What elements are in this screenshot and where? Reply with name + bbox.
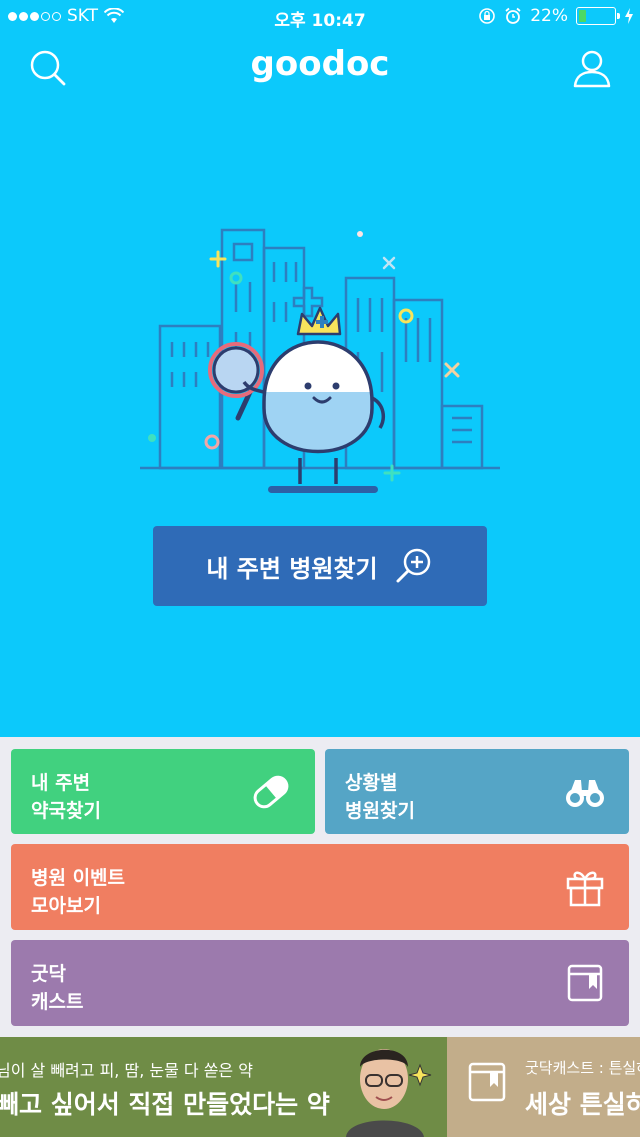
situation-tile-label: 상황별 병원찾기 [345, 769, 415, 825]
event-tile-label: 병원 이벤트 모아보기 [31, 864, 125, 920]
magnifier-plus-icon [396, 548, 430, 583]
promo-banner-carousel[interactable]: 님이 살 빼려고 피, 땀, 눈물 다 쏟은 약 빼고 싶어서 직접 만들었다는… [0, 1037, 640, 1137]
cast-line1: 굿닥 [31, 963, 66, 985]
banner-slide-2[interactable]: 굿닥캐스트 : 튼실하 세상 튼실하 [447, 1037, 640, 1137]
banner-slide-2-title: 세상 튼실하 [525, 1090, 640, 1119]
profile-button[interactable] [570, 46, 614, 90]
rotation-lock-icon [479, 8, 496, 24]
charging-icon [625, 8, 633, 24]
pharmacy-tile-label: 내 주변 약국찾기 [31, 769, 101, 825]
banner-slide-1[interactable]: 님이 살 빼려고 피, 땀, 눈물 다 쏟은 약 빼고 싶어서 직접 만들었다는… [0, 1037, 447, 1137]
event-line1: 병원 이벤트 [31, 867, 126, 889]
pharmacy-line1: 내 주변 [31, 772, 91, 794]
binoculars-icon [566, 779, 604, 807]
alarm-icon [505, 7, 521, 24]
person-photo [346, 1049, 432, 1137]
situation-line2: 병원찾기 [345, 800, 415, 822]
event-line2: 모아보기 [31, 895, 101, 917]
status-bar: SKT 오후 10:47 22% [0, 0, 640, 34]
menu-grid: 내 주변 약국찾기 상황별 병원찾기 병원 이벤트 모아보기 굿닥 캐스트 [0, 737, 640, 1037]
pill-icon [253, 775, 289, 808]
user-icon [573, 50, 611, 88]
hospital-event-tile[interactable]: 병원 이벤트 모아보기 [11, 844, 629, 930]
bookmark-book-icon [567, 964, 603, 1002]
battery-icon [576, 7, 620, 25]
cast-tile-label: 굿닥 캐스트 [31, 960, 83, 1016]
find-nearby-hospital-label: 내 주변 병원찾기 [206, 554, 378, 583]
situation-hospital-tile[interactable]: 상황별 병원찾기 [325, 749, 629, 834]
goodoc-cast-tile[interactable]: 굿닥 캐스트 [11, 940, 629, 1026]
battery-percent: 22% [530, 6, 568, 26]
pharmacy-line2: 약국찾기 [31, 800, 101, 822]
banner-slide-1-subtitle: 님이 살 빼려고 피, 땀, 눈물 다 쏟은 약 [0, 1061, 253, 1080]
situation-line1: 상황별 [345, 772, 398, 794]
app-logo: goodoc [250, 44, 390, 84]
cast-line2: 캐스트 [31, 991, 84, 1013]
pharmacy-tile[interactable]: 내 주변 약국찾기 [11, 749, 315, 834]
hero-illustration [140, 222, 500, 502]
gift-icon [566, 871, 604, 907]
pill-mascot-illustration [140, 228, 500, 493]
banner-slide-2-subtitle: 굿닥캐스트 : 튼실하 [525, 1059, 640, 1077]
banner-slide-1-title: 빼고 싶어서 직접 만들었다는 약 [0, 1090, 330, 1119]
bookmark-book-icon [468, 1062, 506, 1102]
status-right: 22% [478, 6, 634, 26]
find-nearby-hospital-button[interactable]: 내 주변 병원찾기 [153, 526, 487, 606]
app-header: goodoc [0, 34, 640, 100]
